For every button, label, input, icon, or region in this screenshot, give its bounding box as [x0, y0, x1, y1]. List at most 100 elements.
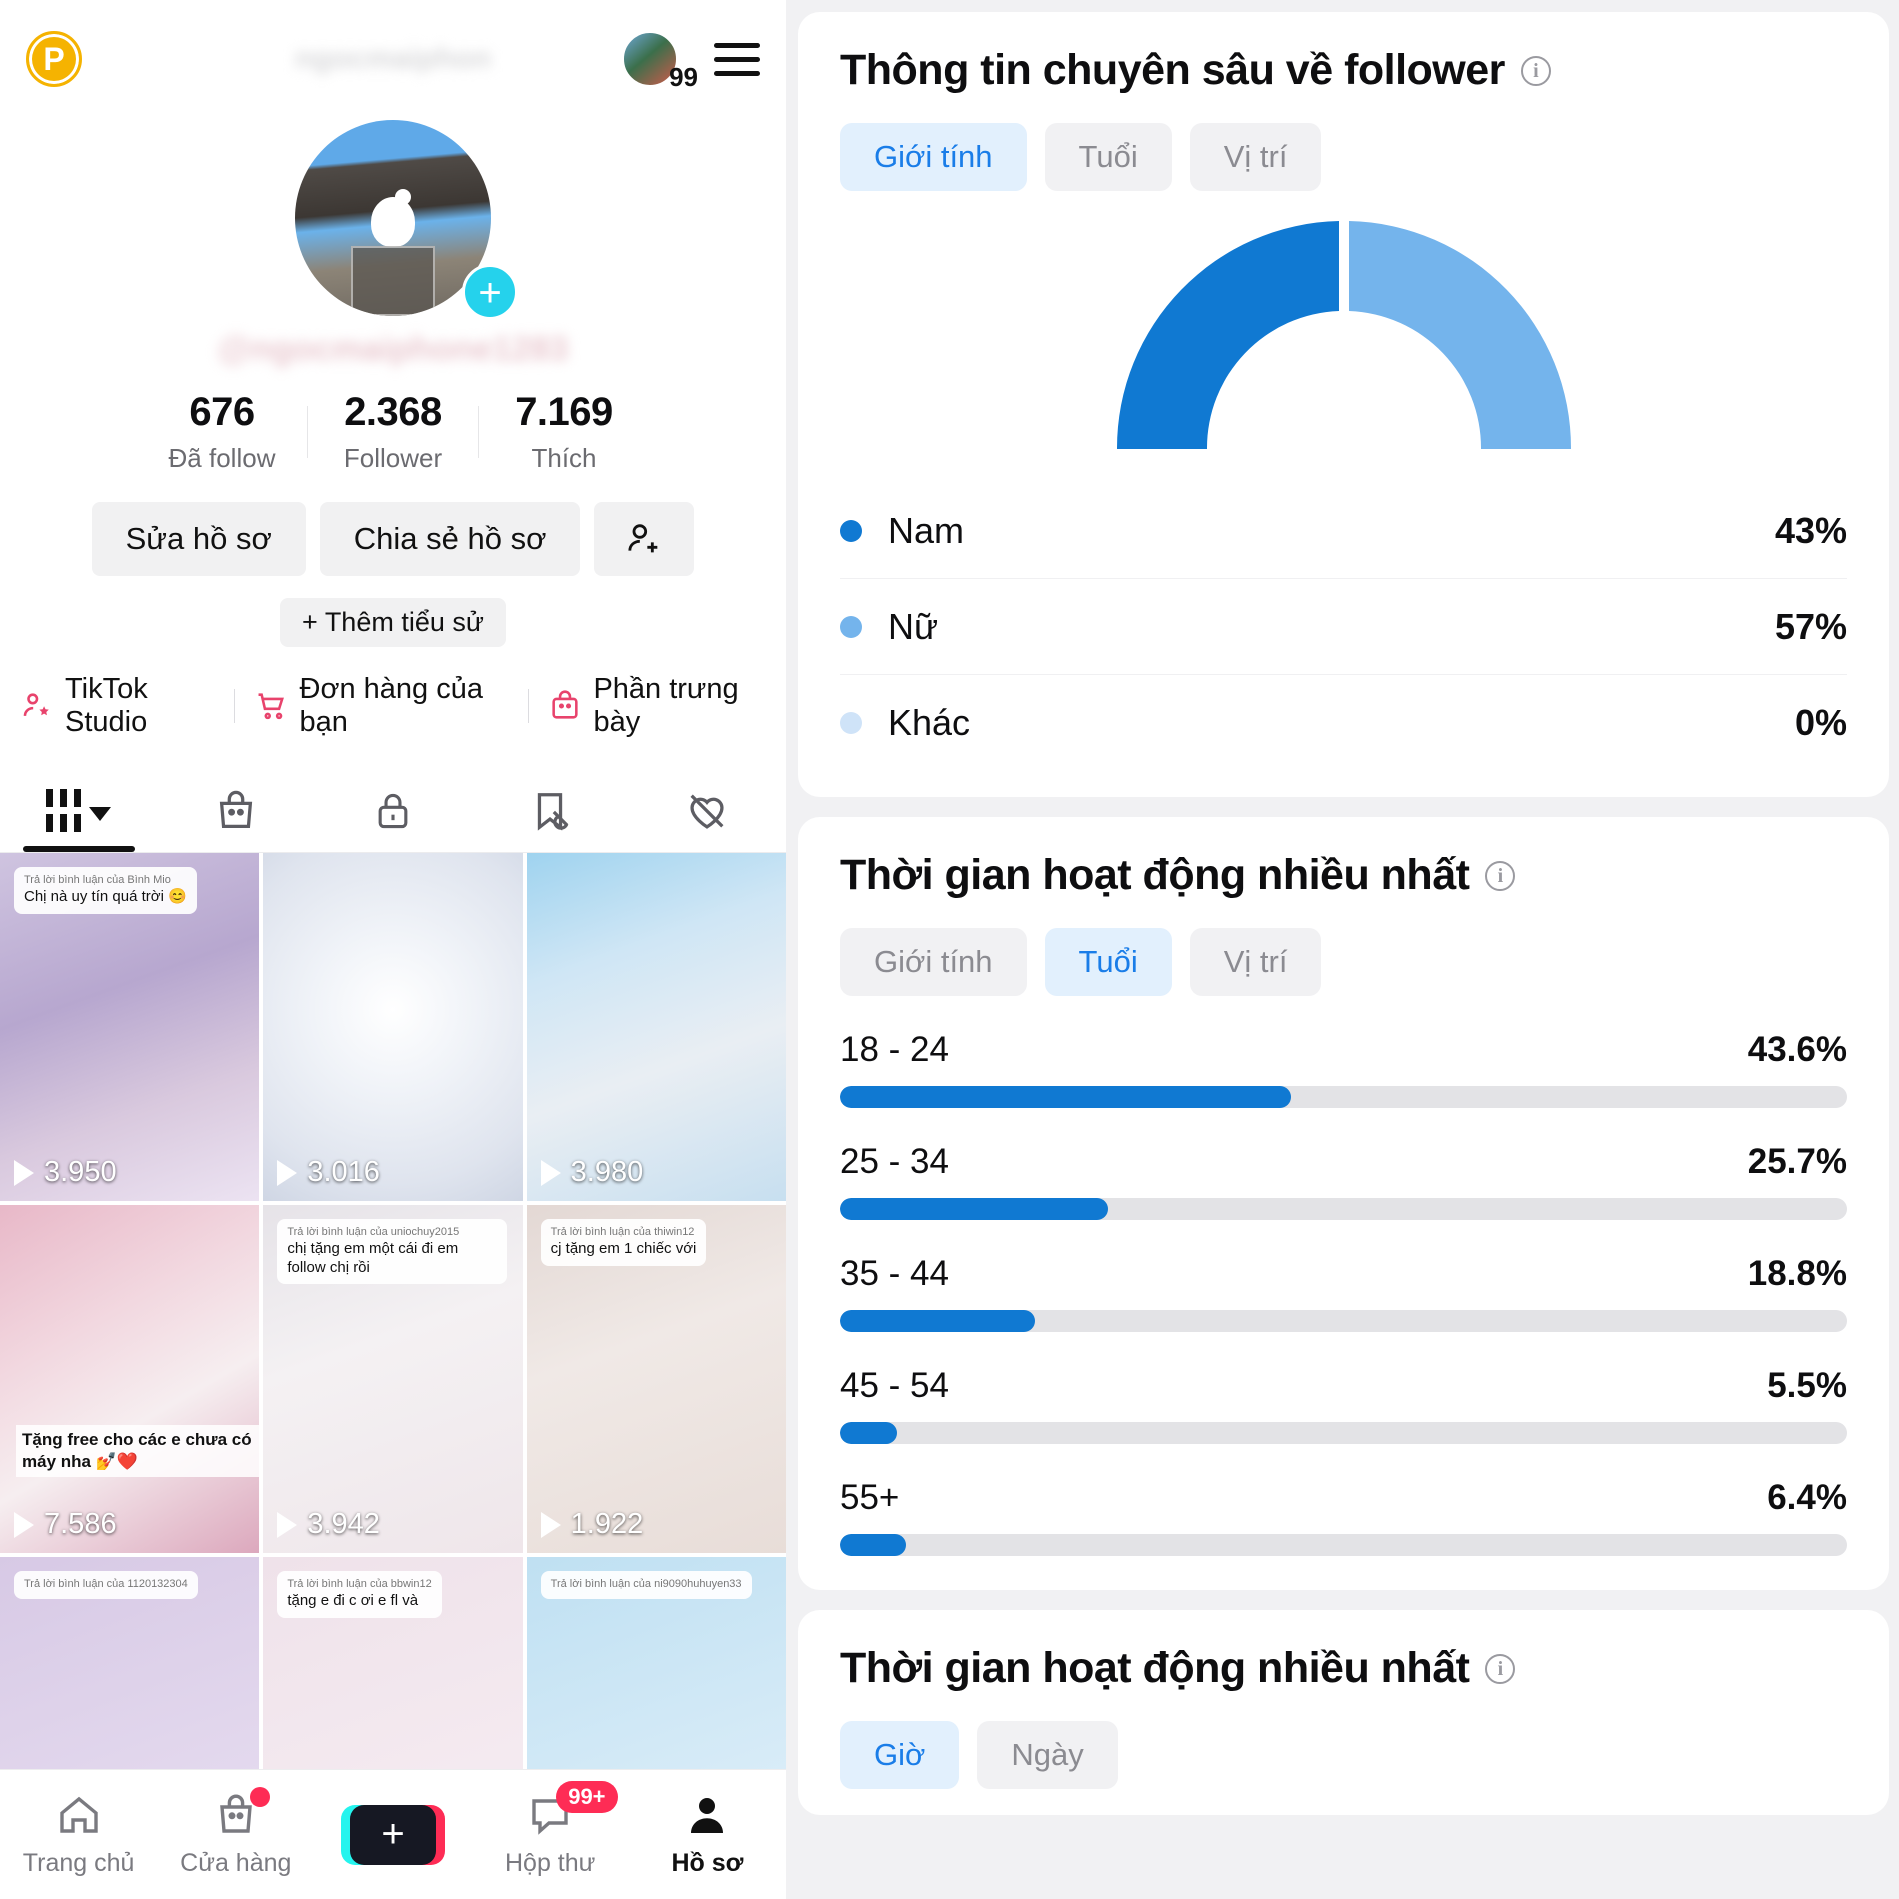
age-bar-label: 35 - 44 18.8%	[840, 1254, 1847, 1294]
nav-item-home[interactable]: Trang chủ	[0, 1791, 157, 1878]
profile-content-tabs	[0, 769, 786, 853]
add-person-button[interactable]	[594, 502, 695, 576]
age-range: 55+	[840, 1478, 900, 1517]
bar-track	[840, 1534, 1847, 1556]
segment-gio[interactable]: Giờ	[840, 1721, 960, 1789]
video-cell[interactable]: 3.016	[263, 853, 523, 1201]
avatar[interactable]: 99	[622, 31, 698, 92]
share-profile-button[interactable]: Chia sẻ hồ sơ	[319, 502, 581, 576]
stat-label: Đã follow	[168, 443, 276, 473]
video-cell[interactable]: Trả lời bình luận của Bình Mio Chị nà uy…	[0, 853, 260, 1201]
bar-track	[840, 1310, 1847, 1332]
age-bar-label: 45 - 54 5.5%	[840, 1366, 1847, 1406]
tiktok-profile-panel: P ngocmaiphon 99 + @ngocmaiphone1283 676…	[0, 0, 786, 1899]
grid-icon	[46, 789, 82, 832]
bar-fill	[840, 1534, 907, 1556]
comment-text: Chị nà uy tín quá trời 😊	[24, 887, 187, 905]
age-percent: 43.6%	[1747, 1030, 1847, 1069]
video-cell[interactable]: 3.980	[526, 853, 786, 1201]
video-cell[interactable]: Trả lời bình luận của thiwin12 cj tặng e…	[526, 1205, 786, 1553]
tab-private[interactable]	[314, 769, 471, 852]
segment-vi-tri[interactable]: Vị trí	[1189, 928, 1322, 996]
comment-reply-label: Trả lời bình luận của Bình Mio	[24, 874, 171, 886]
segment-gioi-tinh[interactable]: Giới tính	[840, 928, 1027, 996]
storefront-door	[351, 246, 435, 316]
segment-gioi-tinh[interactable]: Giới tính	[840, 123, 1027, 191]
add-story-plus-icon[interactable]: +	[462, 264, 518, 320]
age-range: 25 - 34	[840, 1142, 949, 1181]
comment-bubble: Trả lời bình luận của Bình Mio Chị nà uy…	[14, 867, 197, 914]
menu-icon[interactable]	[714, 42, 760, 76]
view-count: 3.016	[307, 1156, 380, 1188]
age-bar-row: 55+ 6.4%	[840, 1478, 1847, 1556]
info-icon[interactable]: i	[1485, 860, 1516, 891]
edit-profile-button[interactable]: Sửa hồ sơ	[91, 502, 306, 576]
gender-legend: Nam 43% Nữ 57% Khác 0%	[840, 483, 1847, 771]
shortcut-tiktok-studio[interactable]: TikTok Studio	[0, 673, 234, 739]
tab-liked[interactable]	[629, 769, 786, 852]
create-plus-icon[interactable]: +	[341, 1804, 445, 1865]
bar-fill	[840, 1310, 1036, 1332]
add-bio-button[interactable]: + Thêm tiểu sử	[280, 598, 506, 647]
gender-gauge-wrap	[840, 213, 1847, 457]
play-icon	[14, 1159, 34, 1186]
gauge-slice-nu	[1348, 221, 1571, 449]
nav-label: Trang chủ	[22, 1849, 135, 1877]
shortcut-showcase[interactable]: Phần trưng bày	[528, 673, 786, 739]
nav-item-shop[interactable]: Cửa hàng	[157, 1787, 314, 1878]
comment-bubble: Trả lời bình luận của uniochuy2015 chị t…	[277, 1219, 508, 1285]
legend-row: Nam 43%	[840, 483, 1847, 579]
age-bar-row: 45 - 54 5.5%	[840, 1366, 1847, 1444]
play-icon	[540, 1159, 561, 1186]
tab-saved[interactable]	[472, 769, 629, 852]
shortcut-your-orders[interactable]: Đơn hàng của bạn	[235, 673, 528, 739]
stat-followers[interactable]: 2.368 Follower	[308, 390, 478, 474]
legend-value: 57%	[1774, 605, 1847, 647]
bar-track	[840, 1086, 1847, 1108]
stat-following[interactable]: 676 Đã follow	[137, 390, 307, 474]
shopping-bag-icon	[219, 790, 252, 828]
segment-tuoi[interactable]: Tuổi	[1044, 123, 1172, 191]
profile-stats: 676 Đã follow 2.368 Follower 7.169 Thích	[0, 390, 786, 474]
video-views: 3.016	[277, 1156, 380, 1189]
segment-vi-tri[interactable]: Vị trí	[1189, 123, 1322, 191]
profile-action-buttons: Sửa hồ sơ Chia sẻ hồ sơ	[0, 502, 786, 576]
bar-track	[840, 1422, 1847, 1444]
nav-item-inbox[interactable]: 99+ Hộp thư	[472, 1781, 629, 1878]
follower-insights-card: Thông tin chuyên sâu về follower i Giới …	[798, 12, 1889, 797]
comment-reply-label: Trả lời bình luận của ni9090huhuyen33	[550, 1578, 742, 1590]
nav-item-profile[interactable]: Hồ sơ	[629, 1791, 786, 1878]
info-icon[interactable]: i	[1485, 1653, 1516, 1684]
age-range: 35 - 44	[840, 1254, 949, 1293]
shortcut-label: Phần trưng bày	[593, 673, 739, 738]
play-icon	[277, 1511, 298, 1538]
shortcut-label: Đơn hàng của bạn	[299, 673, 483, 738]
stat-label: Follower	[343, 443, 443, 473]
tab-shop[interactable]	[157, 769, 314, 852]
legend-dot	[840, 615, 862, 638]
play-icon	[14, 1511, 34, 1538]
video-caption: Tặng free cho các e chưa có máy nha 💅❤️	[16, 1424, 260, 1477]
pro-badge-icon[interactable]: P	[26, 31, 82, 87]
stat-likes[interactable]: 7.169 Thích	[479, 390, 649, 474]
bar-track	[840, 1198, 1847, 1220]
card-header: Thời gian hoạt động nhiều nhất i	[840, 851, 1847, 900]
card-title: Thông tin chuyên sâu về follower	[840, 46, 1505, 94]
comment-bubble: Trả lời bình luận của thiwin12 cj tặng e…	[540, 1219, 707, 1266]
chevron-down-icon	[89, 806, 112, 821]
profile-avatar-wrap: +	[0, 120, 786, 320]
age-bar-row: 35 - 44 18.8%	[840, 1254, 1847, 1332]
segment-ngay[interactable]: Ngày	[977, 1721, 1118, 1789]
notification-count: 99	[669, 62, 698, 92]
nav-item-create[interactable]: +	[314, 1804, 471, 1865]
info-icon[interactable]: i	[1520, 55, 1551, 86]
video-cell[interactable]: Trả lời bình luận của uniochuy2015 chị t…	[263, 1205, 523, 1553]
legend-value: 43%	[1774, 509, 1847, 551]
video-cell[interactable]: Tặng free cho các e chưa có máy nha 💅❤️ …	[0, 1205, 260, 1553]
tab-videos[interactable]	[0, 769, 157, 852]
segment-tuoi[interactable]: Tuổi	[1044, 928, 1172, 996]
gauge-svg	[1116, 221, 1571, 449]
profile-shortcuts: TikTok Studio Đơn hàng của bạn Phần trưn…	[0, 673, 786, 739]
video-views: 3.950	[14, 1156, 117, 1189]
age-bar-label: 18 - 24 43.6%	[840, 1030, 1847, 1070]
